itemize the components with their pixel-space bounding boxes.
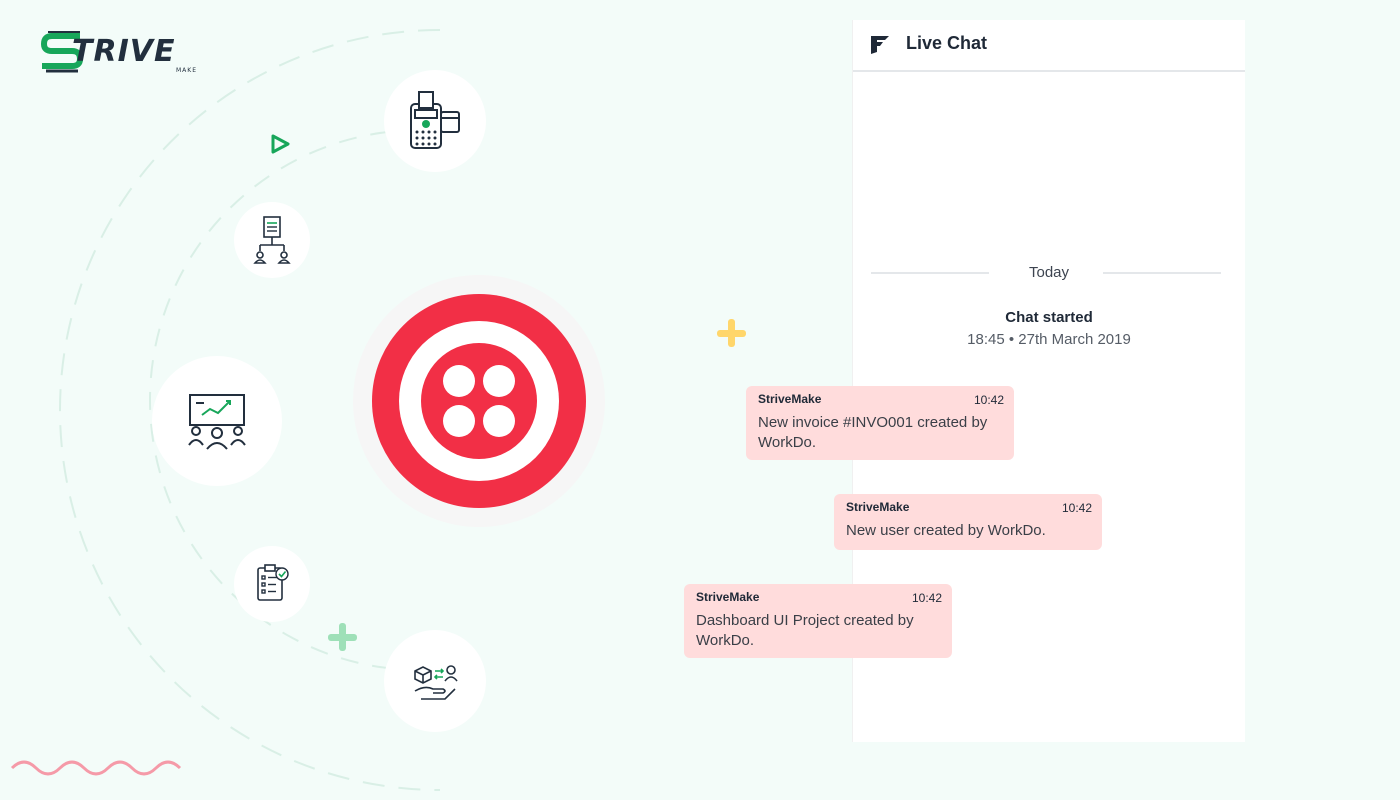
message-time: 10:42 bbox=[1061, 501, 1092, 515]
delivery-handover-node[interactable] bbox=[384, 630, 486, 732]
message-text: New invoice #INVO001 created by WorkDo. bbox=[758, 414, 988, 451]
message-time: 10:42 bbox=[911, 591, 942, 605]
presentation-meeting-icon bbox=[188, 394, 246, 450]
message-sender: StriveMake bbox=[846, 500, 910, 514]
hierarchy-document-icon bbox=[253, 216, 291, 264]
message-time: 10:42 bbox=[973, 393, 1004, 407]
chat-started-time: 18:45 • 27th March 2019 bbox=[967, 331, 1131, 348]
task-checklist-node[interactable] bbox=[234, 546, 310, 622]
wave-decoration bbox=[10, 760, 182, 776]
logo-tagline: MAKE bbox=[176, 67, 198, 74]
hierarchy-document-node[interactable] bbox=[234, 202, 310, 278]
message-sender: StriveMake bbox=[758, 392, 822, 406]
chat-message[interactable]: StriveMake 10:42 Dashboard UI Project cr… bbox=[684, 584, 952, 658]
task-checklist-icon bbox=[257, 564, 289, 601]
delivery-handover-icon bbox=[414, 665, 458, 700]
chat-started-label: Chat started bbox=[1005, 309, 1093, 326]
strive-logo[interactable]: TRIVE MAKE bbox=[40, 28, 210, 80]
message-text: Dashboard UI Project created by WorkDo. bbox=[696, 612, 914, 649]
message-text: New user created by WorkDo. bbox=[846, 522, 1046, 539]
message-sender: StriveMake bbox=[696, 590, 760, 604]
chat-message[interactable]: StriveMake 10:42 New invoice #INVO001 cr… bbox=[746, 386, 1014, 460]
chat-title: Live Chat bbox=[906, 33, 988, 53]
chat-message[interactable]: StriveMake 10:42 New user created by Wor… bbox=[834, 494, 1102, 550]
plus-icon-yellow bbox=[717, 319, 746, 347]
day-label: Today bbox=[1028, 264, 1070, 281]
pos-terminal-node[interactable] bbox=[384, 70, 486, 172]
chat-header: Live Chat bbox=[853, 20, 1245, 72]
chat-brand-icon bbox=[871, 36, 889, 54]
twilio-logo-icon[interactable] bbox=[372, 294, 586, 508]
presentation-meeting-node[interactable] bbox=[152, 356, 282, 486]
play-icon bbox=[271, 134, 290, 154]
pos-terminal-icon bbox=[410, 91, 460, 149]
logo-wordmark: TRIVE bbox=[72, 34, 176, 69]
plus-icon-green bbox=[328, 623, 357, 651]
